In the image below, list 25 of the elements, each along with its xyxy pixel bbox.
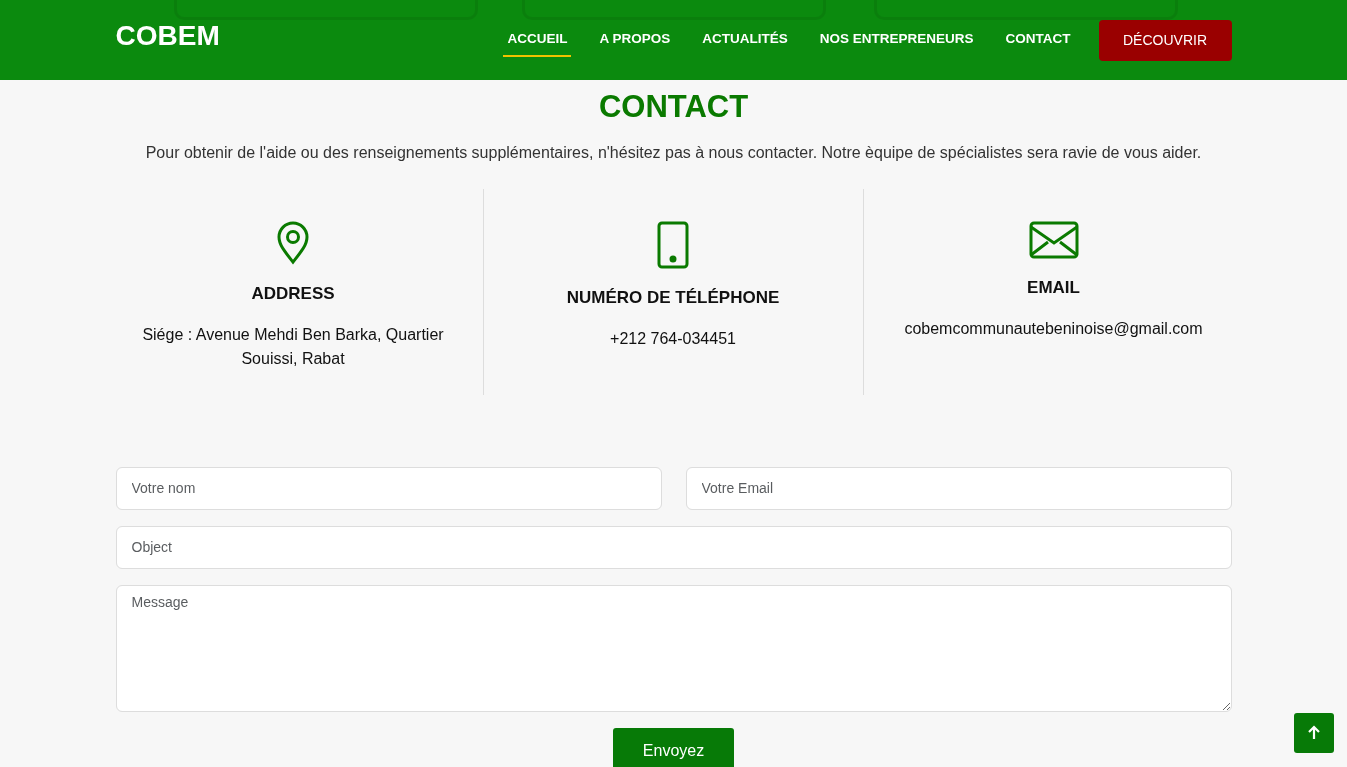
discover-button[interactable]: DÉCOUVRIR (1098, 19, 1232, 61)
nav-link[interactable]: CONTACT (1001, 22, 1075, 58)
envelope-icon (1028, 221, 1079, 260)
nav-link[interactable]: A PROPOS (595, 22, 675, 58)
contact-detail: cobemcommunautebeninoise@gmail.com (903, 318, 1204, 339)
location-pin-icon (275, 221, 311, 266)
contact-detail: Siége : Avenue Mehdi Ben Barka, Quartier Souissi, Rabat (141, 324, 445, 369)
message-field[interactable]: Message (115, 584, 1232, 712)
contact-detail: +212 764-034451 (609, 328, 737, 349)
nav-link[interactable]: ACTUALITÉS (698, 22, 792, 58)
send-button[interactable]: Envoyez (613, 727, 734, 767)
contact-heading: NUMÉRO DE TÉLÉPHONE (565, 287, 781, 310)
section-title: CONTACT (597, 88, 750, 126)
brand-logo[interactable]: COBEM (115, 15, 220, 57)
nav-link[interactable]: ACCUEIL (503, 22, 572, 58)
nav-link[interactable]: NOS ENTREPRENEURS (815, 22, 978, 58)
email-field[interactable]: Votre Email (685, 466, 1232, 510)
back-to-top-button[interactable] (1294, 713, 1334, 753)
intro-text: Pour obtenir de l'aide ou des renseignements supplémentaires, n'hésitez pas à nous contacter. Notre èquipe de spécialistes sera ravie de vous aider. (144, 143, 1203, 164)
subject-field[interactable]: Object (115, 525, 1232, 569)
arrow-up-icon (1306, 725, 1322, 741)
contact-heading: ADDRESS (250, 283, 336, 306)
contact-heading: EMAIL (1026, 277, 1081, 300)
name-field[interactable]: Votre nom (115, 466, 662, 510)
phone-icon (657, 221, 689, 270)
